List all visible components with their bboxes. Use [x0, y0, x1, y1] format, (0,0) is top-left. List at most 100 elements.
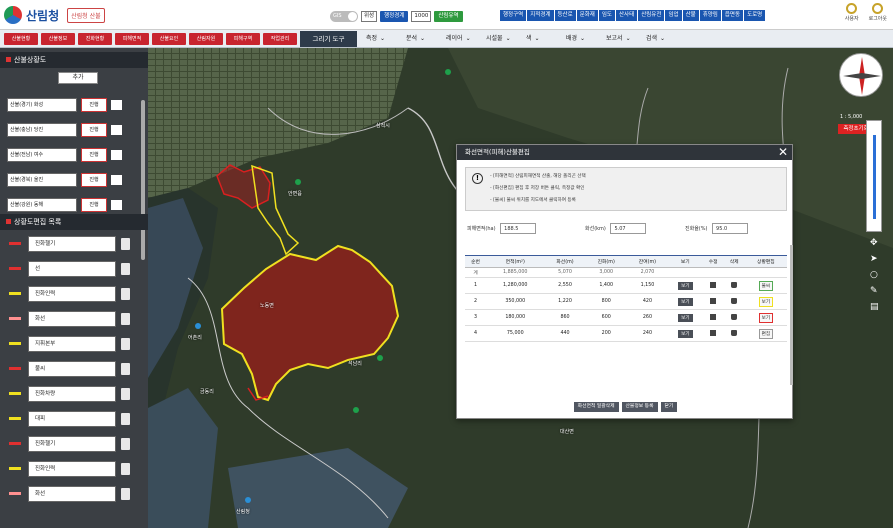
- header-power-button[interactable]: 로그아웃: [869, 3, 887, 22]
- compass-icon[interactable]: [839, 53, 883, 97]
- edit-item-name[interactable]: 진화헬기: [28, 236, 116, 252]
- trash-icon[interactable]: [731, 329, 738, 336]
- view-button[interactable]: 보기: [678, 297, 693, 306]
- trash-icon[interactable]: [121, 338, 130, 350]
- trash-icon[interactable]: [121, 463, 130, 475]
- logo[interactable]: 산림청 산림청 산불: [4, 5, 105, 25]
- layer-name[interactable]: 산불(충남) 당진: [7, 123, 77, 137]
- edit-item-name[interactable]: 진화인력: [28, 286, 116, 302]
- table-row[interactable]: 3 180,000 860 600 260 보기 보기: [465, 309, 787, 326]
- layer-row[interactable]: 산불(경북) 울진 진행: [7, 173, 135, 187]
- trash-icon[interactable]: [121, 313, 130, 325]
- pointer-icon[interactable]: ➤: [870, 254, 879, 264]
- toolbar-red-button[interactable]: 피해면적: [115, 33, 149, 45]
- trash-icon[interactable]: [121, 438, 130, 450]
- top-menu-item[interactable]: 산불: [682, 10, 699, 21]
- toolbar-menu-4[interactable]: 색 ⌄: [526, 33, 540, 45]
- edit-icon[interactable]: [710, 297, 717, 304]
- basemap-select[interactable]: 위성: [361, 10, 378, 22]
- edit-item-name[interactable]: 대피: [28, 411, 116, 427]
- edit-item-name[interactable]: 화선: [28, 311, 116, 327]
- header-user-button[interactable]: 사용자: [845, 3, 859, 22]
- toolbar-menu-0[interactable]: 측정 ⌄: [366, 33, 385, 45]
- gis-toggle[interactable]: GIS: [330, 10, 358, 22]
- trash-icon[interactable]: [731, 281, 738, 288]
- folder-icon[interactable]: [111, 100, 122, 110]
- view-button[interactable]: 보기: [678, 313, 693, 322]
- dialog-scrollbar[interactable]: [790, 245, 793, 385]
- folder-icon[interactable]: [111, 175, 122, 185]
- zoom-slider[interactable]: [866, 120, 882, 232]
- top-menu-item[interactable]: 산사태: [616, 10, 638, 21]
- dialog-footer-button[interactable]: 화선면적 일괄삭제: [573, 402, 619, 412]
- folder-icon[interactable]: [111, 150, 122, 160]
- forest-basin-button[interactable]: 산림유역: [434, 10, 463, 22]
- trash-icon[interactable]: [121, 363, 130, 375]
- top-menu-item[interactable]: 산림유전: [638, 10, 665, 21]
- layer-row[interactable]: 산불(전남) 여수 진행: [7, 148, 135, 162]
- folder-icon[interactable]: [111, 125, 122, 135]
- situation-edit-button[interactable]: 편집: [758, 328, 774, 339]
- toolbar-menu-3[interactable]: 시설물 ⌄: [486, 33, 511, 45]
- close-icon[interactable]: ✕: [778, 146, 788, 158]
- situation-edit-button[interactable]: 보기: [758, 312, 774, 323]
- edit-icon[interactable]: [710, 313, 717, 320]
- layer-status-tag[interactable]: 진행: [81, 198, 107, 212]
- trash-icon[interactable]: [121, 238, 130, 250]
- edit-item-name[interactable]: 진화인력: [28, 461, 116, 477]
- trash-icon[interactable]: [121, 488, 130, 500]
- edit-list-item[interactable]: 진화인력: [0, 286, 148, 302]
- scale-select[interactable]: 1000: [411, 10, 432, 22]
- top-menu-item[interactable]: 임도: [598, 10, 615, 21]
- toolbar-red-button[interactable]: 산림자원: [189, 33, 223, 45]
- zoom-track[interactable]: [873, 135, 876, 219]
- dialog-footer-button[interactable]: 산불정보 등록: [621, 402, 658, 412]
- layer-row[interactable]: 산불(강원) 동해 진행: [7, 198, 135, 212]
- folder-icon[interactable]: [111, 200, 122, 210]
- admin-boundary-button[interactable]: 행정경계: [380, 10, 409, 22]
- trash-icon[interactable]: [121, 413, 130, 425]
- edit-item-name[interactable]: 선: [28, 261, 116, 277]
- edit-list-item[interactable]: 불씨: [0, 361, 148, 377]
- layer-name[interactable]: 산불(강원) 동해: [7, 198, 77, 212]
- toolbar-menu-6[interactable]: 보고서 ⌄: [606, 33, 631, 45]
- view-button[interactable]: 보기: [678, 281, 693, 290]
- layer-row[interactable]: 산불(경기) 화성 진행: [7, 98, 135, 112]
- view-button[interactable]: 보기: [678, 329, 693, 338]
- edit-list-item[interactable]: 진화인력: [0, 461, 148, 477]
- edit-item-name[interactable]: 지휘본부: [28, 336, 116, 352]
- edit-icon[interactable]: [710, 329, 717, 336]
- edit-item-name[interactable]: 화선: [28, 486, 116, 502]
- edit-item-name[interactable]: 진화헬기: [28, 436, 116, 452]
- edit-list-item[interactable]: 화선: [0, 486, 148, 502]
- edit-icon[interactable]: [710, 281, 717, 288]
- edit-list-item[interactable]: 지휘본부: [0, 336, 148, 352]
- top-menu-item[interactable]: 도로명: [744, 10, 766, 21]
- damage-area-input[interactable]: 188.5: [500, 223, 537, 234]
- draw-tool-button[interactable]: 그리기 도구: [300, 31, 357, 47]
- edit-list-item[interactable]: 선: [0, 261, 148, 277]
- pan-icon[interactable]: ✥: [870, 238, 879, 248]
- edit-list-item[interactable]: 진화헬기: [0, 436, 148, 452]
- pen-icon[interactable]: ✎: [870, 286, 879, 296]
- situation-edit-button[interactable]: 불씨: [758, 280, 774, 291]
- toolbar-red-button[interactable]: 진화현황: [78, 33, 112, 45]
- circle-icon[interactable]: ○: [870, 270, 879, 280]
- add-layer-button[interactable]: 추가: [58, 72, 98, 84]
- trash-icon[interactable]: [121, 288, 130, 300]
- toolbar-menu-2[interactable]: 레이어 ⌄: [446, 33, 471, 45]
- table-row[interactable]: 4 75,000 440 200 240 보기 편집: [465, 325, 787, 342]
- layer-status-tag[interactable]: 진행: [81, 148, 107, 162]
- top-menu-item[interactable]: 휴양림: [699, 10, 721, 21]
- layer-name[interactable]: 산불(경기) 화성: [7, 98, 77, 112]
- layer-status-tag[interactable]: 진행: [81, 123, 107, 137]
- print-icon[interactable]: ▤: [870, 302, 879, 312]
- top-menu-item[interactable]: 등산로: [554, 10, 576, 21]
- situation-edit-button[interactable]: 보기: [758, 296, 774, 307]
- edit-list-item[interactable]: 화선: [0, 311, 148, 327]
- layer-row[interactable]: 산불(충남) 당진 진행: [7, 123, 135, 137]
- layer-name[interactable]: 산불(전남) 여수: [7, 148, 77, 162]
- edit-list-item[interactable]: 대피: [0, 411, 148, 427]
- top-menu-item[interactable]: 지적경계: [527, 10, 554, 21]
- edit-item-name[interactable]: 불씨: [28, 361, 116, 377]
